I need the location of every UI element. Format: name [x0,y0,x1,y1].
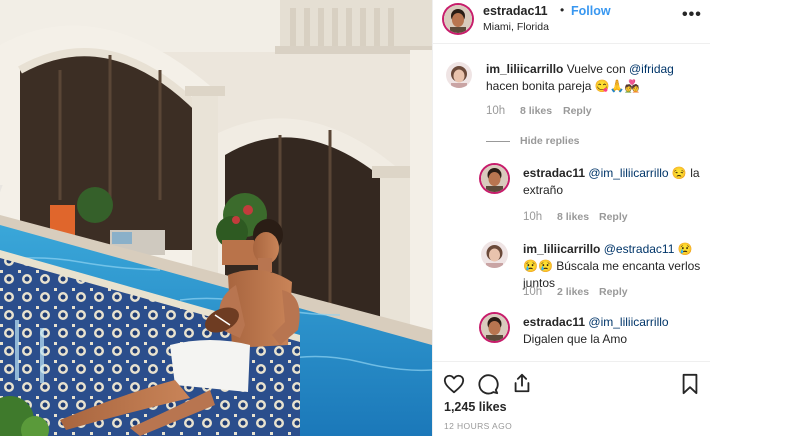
post-side-panel: estradac11 • Follow Miami, Florida ••• i… [432,0,787,436]
comment-likes[interactable]: 2 likes [557,286,589,298]
comment-body: hacen bonita pareja 😋🙏💑 [486,79,640,93]
comment-time[interactable]: 10h [523,211,542,223]
comment-mention[interactable]: @im_liliicarrillo [588,166,668,180]
post-timestamp: 12 HOURS AGO [444,421,513,431]
comment-likes[interactable]: 8 likes [557,211,589,223]
avatar[interactable] [444,5,472,33]
avatar-image [444,5,472,33]
panel-divider [432,0,433,436]
avatar[interactable] [481,165,508,192]
comment-mention[interactable]: @ifridag [629,62,674,76]
comment-username[interactable]: im_liliicarrillo [486,62,563,76]
comment-body: Vuelve con [563,62,629,76]
share-icon[interactable] [511,372,533,394]
follow-button[interactable]: Follow [571,4,611,18]
hide-replies-line [486,141,510,142]
heart-icon[interactable] [443,373,465,395]
comment-text: im_liliicarrillo Vuelve con @ifridag hac… [486,61,691,95]
avatar[interactable] [481,314,508,341]
comment-username[interactable]: im_liliicarrillo [523,242,600,256]
avatar[interactable] [481,241,508,268]
comment-time[interactable]: 10h [523,286,542,298]
more-options-icon[interactable]: ••• [682,6,702,24]
post-header: estradac11 • Follow Miami, Florida ••• [432,0,710,44]
actions-divider [432,361,710,362]
comment-icon[interactable] [477,373,499,395]
avatar-image [481,314,508,341]
reply-button[interactable]: Reply [599,211,628,223]
post-photo [0,0,432,436]
comment-text: estradac11 @im_liliicarrillo Digalen que… [523,314,705,348]
comment-text: im_liliicarrillo @estradac11 😢😢😢 Búscala… [523,241,705,292]
comment-username[interactable]: estradac11 [523,315,585,329]
comment-username[interactable]: estradac11 [523,166,585,180]
likes-count[interactable]: 1,245 likes [444,400,507,414]
reply-button[interactable]: Reply [563,105,592,117]
comment-likes[interactable]: 8 likes [520,105,552,117]
comment-mention[interactable]: @im_liliicarrillo [588,315,668,329]
avatar-image [446,62,472,88]
post-username[interactable]: estradac11 [483,4,548,18]
reply-button[interactable]: Reply [599,286,628,298]
bookmark-icon[interactable] [680,373,700,395]
comment-mention[interactable]: @estradac11 [604,242,675,256]
comment-time[interactable]: 10h [486,105,505,117]
comment-body: Digalen que la Amo [523,332,628,346]
post-location[interactable]: Miami, Florida [483,21,549,33]
comment-text: estradac11 @im_liliicarrillo 😒 la extrañ… [523,165,703,199]
hide-replies-button[interactable]: Hide replies [520,135,580,147]
avatar-image [481,241,508,268]
avatar[interactable] [446,62,472,88]
avatar-image [481,165,508,192]
header-separator: • [560,3,565,17]
